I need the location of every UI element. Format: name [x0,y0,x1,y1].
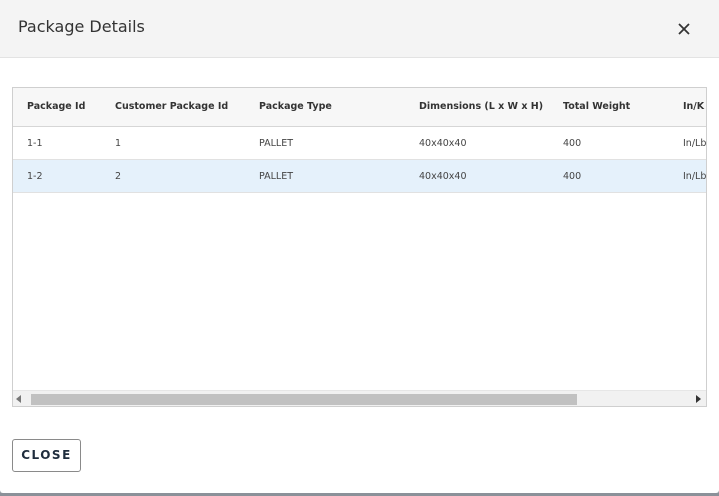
scroll-left-arrow-icon[interactable] [16,395,21,403]
cell-package-type: PALLET [259,171,294,182]
table-row[interactable]: 1-1 1 PALLET 40x40x40 400 In/Lb [13,127,706,160]
scrollbar-thumb[interactable] [31,394,577,405]
column-header-units[interactable]: In/K [683,101,704,112]
modal-header: Package Details [0,0,719,58]
column-header-total-weight[interactable]: Total Weight [563,101,630,112]
column-header-customer-package-id[interactable]: Customer Package Id [115,101,228,112]
package-grid: Package Id Customer Package Id Package T… [12,87,707,407]
column-header-package-type[interactable]: Package Type [259,101,332,112]
cell-units: In/Lb [683,138,707,149]
cell-package-id: 1-2 [27,171,43,182]
cell-customer-package-id: 2 [115,171,122,182]
cell-package-type: PALLET [259,138,294,149]
cell-total-weight: 400 [563,138,582,149]
modal-title: Package Details [18,17,145,36]
close-icon[interactable] [673,18,695,40]
grid-header: Package Id Customer Package Id Package T… [13,88,706,127]
cell-package-id: 1-1 [27,138,43,149]
cell-dimensions: 40x40x40 [419,171,467,182]
table-row[interactable]: 1-2 2 PALLET 40x40x40 400 In/Lb [13,160,706,193]
package-details-modal: Package Details Package Id Customer Pack… [0,0,719,493]
horizontal-scrollbar[interactable] [13,390,706,406]
cell-customer-package-id: 1 [115,138,122,149]
cell-dimensions: 40x40x40 [419,138,467,149]
close-button[interactable]: CLOSE [12,439,81,472]
cell-units: In/Lb [683,171,707,182]
column-header-dimensions[interactable]: Dimensions (L x W x H) [419,101,543,112]
column-header-package-id[interactable]: Package Id [27,101,85,112]
scroll-right-arrow-icon[interactable] [696,395,701,403]
cell-total-weight: 400 [563,171,582,182]
